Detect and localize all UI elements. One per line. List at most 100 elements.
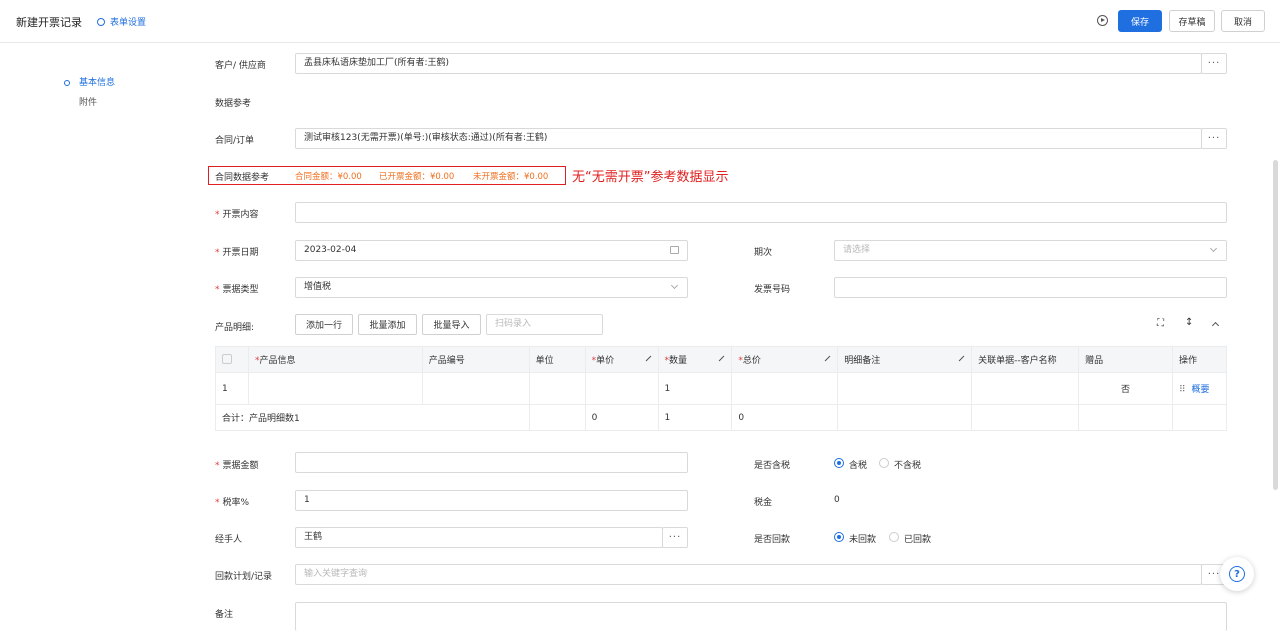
contract-picker-button[interactable]: ··· <box>1201 128 1227 149</box>
total-empty <box>837 404 973 431</box>
side-nav-basic-info[interactable]: 基本信息 <box>64 77 115 97</box>
invoiced-amount: 已开票金额：¥0.00 <box>379 172 455 182</box>
product-label: 产品明细: <box>215 323 255 333</box>
total-empty <box>971 404 1080 431</box>
annotation-note: 无“无需开票”参考数据显示 <box>572 170 729 185</box>
contract-amount: 合同金额：¥0.00 <box>295 172 362 182</box>
tax-value: 0 <box>834 495 840 505</box>
table-header-row: *产品信息 产品编号 单位 *单价 *数量 *总价 明细备注 关联单据--客户名… <box>215 346 1228 373</box>
plan-search-input[interactable]: 输入关键字查询 <box>295 564 1202 585</box>
tax-incl-label: 是否含税 <box>754 461 791 471</box>
calendar-icon[interactable] <box>670 246 679 254</box>
col-gift: 赠品 <box>1078 346 1173 373</box>
expand-vertical-icon[interactable]: ↕ <box>1185 317 1193 328</box>
type-label: * 票据类型 <box>215 285 259 295</box>
invoice-no-field[interactable] <box>834 277 1227 298</box>
total-empty <box>1171 404 1228 431</box>
date-field[interactable]: 2023-02-04 <box>295 240 688 261</box>
edit-icon <box>958 355 965 362</box>
contract-data-ref-box: 合同数据参考 合同金额：¥0.00 已开票金额：¥0.00 未开票金额：¥0.0… <box>208 166 566 185</box>
cell-unit <box>528 372 586 405</box>
table-row: 1 1 否 ⠿ 概要 <box>215 372 1228 405</box>
batch-add-button[interactable]: 批量添加 <box>358 314 417 335</box>
col-total: *总价 <box>731 346 839 373</box>
play-icon[interactable] <box>1097 15 1108 26</box>
col-related-doc: 关联单据--客户名称 <box>971 346 1080 373</box>
cell-gift[interactable]: 否 <box>1078 372 1173 405</box>
cell-quantity[interactable]: 1 <box>657 372 733 405</box>
total-empty <box>1078 404 1173 431</box>
customer-picker-button[interactable]: ··· <box>1201 53 1227 74</box>
tax-incl-radio[interactable] <box>834 458 844 468</box>
period-select[interactable]: 请选择 <box>834 240 1227 261</box>
contract-field[interactable]: 测试审核123(无需开票)(单号:)(审核状态:通过)(所有者:王鹤) <box>295 128 1202 149</box>
save-draft-button[interactable]: 存草稿 <box>1169 10 1215 32</box>
total-price: 0 <box>584 404 659 431</box>
handler-picker-button[interactable]: ··· <box>662 527 688 548</box>
scrollbar[interactable] <box>1273 160 1278 490</box>
total-label: 合计：产品明细数1 <box>215 404 530 431</box>
fullscreen-icon[interactable]: ⛶ <box>1157 318 1164 329</box>
remark-textarea[interactable] <box>295 602 1227 631</box>
tax-incl-option[interactable]: 含税 <box>849 458 867 471</box>
side-nav-attachment[interactable]: 附件 <box>64 97 115 117</box>
checkbox[interactable] <box>222 354 232 365</box>
handler-field[interactable]: 王鹤 <box>295 527 663 548</box>
chevron-up-icon[interactable] <box>1211 321 1220 330</box>
returned-option[interactable]: 已回款 <box>904 532 931 545</box>
cell-product-code <box>421 372 530 405</box>
contract-ref-label: 合同数据参考 <box>215 173 270 183</box>
total-qty: 1 <box>657 404 733 431</box>
period-label: 期次 <box>754 248 773 258</box>
batch-import-button[interactable]: 批量导入 <box>422 314 481 335</box>
returned-radio[interactable] <box>889 532 899 542</box>
content-label: * 开票内容 <box>215 210 259 220</box>
col-action: 操作 <box>1171 346 1228 373</box>
save-button[interactable]: 保存 <box>1118 10 1162 32</box>
tax-excl-radio[interactable] <box>879 458 889 468</box>
page-title: 新建开票记录 <box>16 16 82 29</box>
col-unit: 单位 <box>528 346 586 373</box>
scan-input[interactable]: 扫码录入 <box>486 314 603 335</box>
top-bar: 新建开票记录 表单设置 保存 存草稿 取消 <box>0 0 1280 43</box>
gear-icon <box>97 18 105 26</box>
remark-label: 备注 <box>215 610 234 620</box>
cell-related-doc <box>971 372 1080 405</box>
tax-label: 税金 <box>754 498 773 508</box>
uninvoiced-amount: 未开票金额：¥0.00 <box>473 172 549 182</box>
tax-rate-label: * 税率% <box>215 498 250 508</box>
cell-detail-remark[interactable] <box>837 372 973 405</box>
tax-excl-option[interactable]: 不含税 <box>894 458 921 471</box>
row-index: 1 <box>215 372 249 405</box>
drag-handle-icon[interactable]: ⠿ <box>1179 385 1186 395</box>
col-unit-price: *单价 <box>584 346 659 373</box>
select-all-cell[interactable] <box>215 346 249 373</box>
customer-field[interactable]: 孟县床私语床垫加工厂(所有者:王鹤) <box>295 53 1202 74</box>
not-returned-radio[interactable] <box>834 532 844 542</box>
plan-label: 回款计划/记录 <box>215 572 273 582</box>
content-field[interactable] <box>295 202 1227 223</box>
cancel-button[interactable]: 取消 <box>1221 10 1265 32</box>
returned-label: 是否回款 <box>754 535 791 545</box>
summary-link[interactable]: 概要 <box>1192 385 1210 395</box>
tax-rate-field[interactable]: 1 <box>295 490 688 511</box>
side-nav: 基本信息 附件 <box>64 77 115 117</box>
not-returned-option[interactable]: 未回款 <box>849 532 876 545</box>
add-row-button[interactable]: 添加一行 <box>295 314 353 335</box>
form-setting-label: 表单设置 <box>110 18 147 28</box>
cell-product-info[interactable] <box>247 372 423 405</box>
data-ref-heading: 数据参考 <box>215 99 252 109</box>
side-nav-label: 基本信息 <box>79 78 116 88</box>
cell-action: ⠿ 概要 <box>1171 372 1228 405</box>
cell-total[interactable] <box>731 372 839 405</box>
edit-icon <box>719 355 725 362</box>
type-select[interactable]: 增值税 <box>295 277 688 298</box>
amount-field[interactable] <box>295 452 688 473</box>
customer-label: 客户/ 供应商 <box>215 61 266 71</box>
form-setting-link[interactable]: 表单设置 <box>97 15 146 28</box>
invoice-no-label: 发票号码 <box>754 285 791 295</box>
side-nav-label: 附件 <box>79 98 98 108</box>
help-button[interactable]: ? <box>1220 557 1254 591</box>
handler-label: 经手人 <box>215 535 243 545</box>
cell-unit-price[interactable] <box>584 372 659 405</box>
